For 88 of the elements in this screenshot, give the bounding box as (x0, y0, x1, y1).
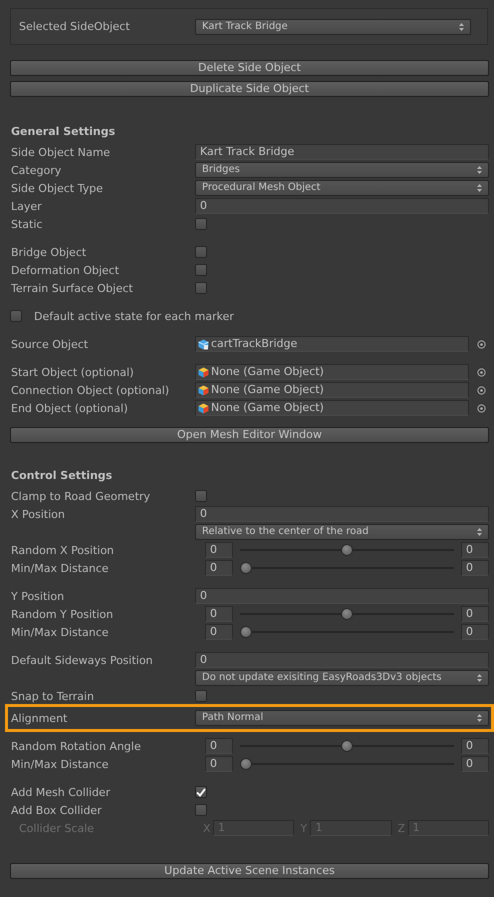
action-button[interactable]: Update Active Scene Instances (10, 863, 489, 879)
checkbox[interactable] (195, 282, 207, 294)
field-label: Y Position (10, 590, 66, 602)
field-label: Add Box Collider (10, 804, 103, 816)
field-label: Random X Position (10, 544, 115, 556)
slider-thumb[interactable] (240, 626, 252, 638)
cube-icon (198, 402, 209, 414)
dropdown[interactable]: Relative to the center of the road (195, 524, 489, 540)
checkbox[interactable] (195, 264, 207, 276)
updown-arrows-icon (477, 674, 482, 682)
object-field[interactable]: cartTrackBridge (195, 336, 469, 352)
field-label: End Object (optional) (10, 402, 129, 414)
slider-thumb[interactable] (240, 562, 252, 574)
dropdown[interactable]: Do not update exisiting EasyRoads3Dv3 objects (195, 670, 489, 686)
updown-arrows-icon (477, 166, 482, 174)
field-label: Random Y Position (10, 608, 114, 620)
input-field[interactable]: 0 (195, 652, 489, 668)
target-icon[interactable] (477, 340, 486, 348)
max-field[interactable]: 0 (461, 606, 489, 622)
updown-arrows-icon (477, 528, 482, 536)
max-field[interactable]: 0 (461, 624, 489, 640)
updown-arrows-icon (477, 184, 482, 192)
min-field[interactable]: 0 (205, 560, 233, 576)
field-label: Add Mesh Collider (10, 786, 112, 798)
object-field[interactable]: None (Game Object) (195, 364, 469, 380)
checkbox[interactable] (195, 804, 207, 816)
field-label: Alignment (10, 712, 68, 724)
cube-icon (198, 384, 209, 396)
slider-thumb[interactable] (240, 758, 252, 770)
slider-thumb[interactable] (341, 740, 353, 752)
dropdown[interactable]: Kart Track Bridge (195, 18, 471, 34)
field-label: Terrain Surface Object (10, 282, 134, 294)
min-field[interactable]: 0 (205, 624, 233, 640)
max-field[interactable]: 0 (461, 560, 489, 576)
object-field[interactable]: None (Game Object) (195, 400, 469, 416)
field-label: Connection Object (optional) (10, 384, 170, 396)
field-label: Selected SideObject (19, 20, 131, 33)
action-button[interactable]: Delete Side Object (10, 60, 489, 76)
input-field[interactable]: 0 (195, 506, 489, 522)
object-field[interactable]: None (Game Object) (195, 382, 469, 398)
min-field[interactable]: 0 (205, 542, 233, 558)
checkbox[interactable] (195, 690, 207, 702)
checkmark-icon (196, 788, 206, 796)
updown-arrows-icon (477, 714, 482, 722)
field-label: Deformation Object (10, 264, 120, 276)
max-field[interactable]: 0 (461, 542, 489, 558)
dropdown[interactable]: Bridges (195, 162, 489, 178)
field-label: Source Object (10, 338, 90, 350)
field-label: Side Object Type (10, 182, 104, 194)
checkbox[interactable] (195, 246, 207, 258)
max-field[interactable]: 0 (461, 738, 489, 754)
field-label: Layer (10, 200, 43, 212)
slider-thumb[interactable] (341, 608, 353, 620)
min-field[interactable]: 0 (205, 606, 233, 622)
section-heading: General Settings (10, 124, 116, 140)
cube-icon (198, 338, 209, 350)
cube-icon (198, 366, 209, 378)
action-button[interactable]: Duplicate Side Object (10, 81, 489, 97)
field-label: Min/Max Distance (10, 626, 110, 638)
checkbox[interactable] (10, 310, 22, 322)
field-label: Side Object Name (10, 146, 112, 158)
min-field[interactable]: 0 (205, 738, 233, 754)
field-label: X Position (10, 508, 66, 520)
max-field[interactable]: 0 (461, 756, 489, 772)
input-field[interactable]: 0 (195, 198, 489, 214)
field-label: Random Rotation Angle (10, 740, 142, 752)
min-field[interactable]: 0 (205, 756, 233, 772)
field-label: Static (10, 218, 44, 230)
field-label: Default Sideways Position (10, 654, 154, 666)
field-label: Start Object (optional) (10, 366, 135, 378)
field-label: Category (10, 164, 62, 176)
dropdown[interactable]: Path Normal (195, 710, 489, 726)
input-field[interactable]: Kart Track Bridge (195, 144, 489, 160)
input-field[interactable]: 0 (195, 588, 489, 604)
checkbox[interactable] (195, 490, 207, 502)
field-label: Snap to Terrain (10, 690, 95, 702)
section-heading: Control Settings (10, 468, 114, 484)
field-label: Min/Max Distance (10, 758, 110, 770)
field-label: Min/Max Distance (10, 562, 110, 574)
checkbox[interactable] (195, 218, 207, 230)
dropdown[interactable]: Procedural Mesh Object (195, 180, 489, 196)
slider-thumb[interactable] (341, 544, 353, 556)
updown-arrows-icon (459, 22, 464, 30)
field-label: Clamp to Road Geometry (10, 490, 152, 502)
action-button[interactable]: Open Mesh Editor Window (10, 427, 489, 443)
checkbox[interactable] (195, 786, 207, 798)
field-label: Bridge Object (10, 246, 88, 258)
checkbox-label: Default active state for each marker (34, 310, 234, 322)
